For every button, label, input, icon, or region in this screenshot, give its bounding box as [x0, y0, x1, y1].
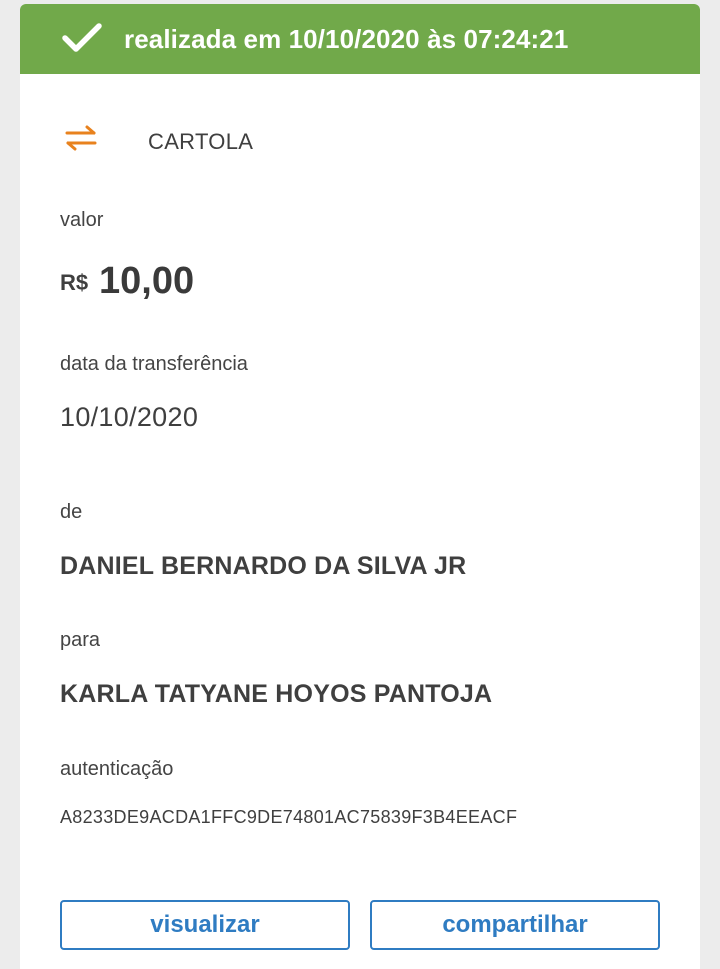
transfer-date-label: data da transferência — [60, 353, 248, 375]
view-button[interactable]: visualizar — [60, 900, 350, 950]
authentication-code: A8233DE9ACDA1FFC9DE74801AC75839F3B4EEACF — [60, 807, 518, 827]
transfer-arrows-icon — [65, 125, 97, 151]
check-icon — [62, 23, 102, 52]
success-banner: realizada em 10/10/2020 às 07:24:21 — [20, 4, 700, 74]
recipient-label: para — [60, 629, 101, 651]
amount-value: 10,00 — [99, 260, 195, 302]
sender-name: DANIEL BERNARDO DA SILVA JR — [60, 552, 467, 580]
amount-label: valor — [60, 209, 104, 231]
transaction-type: CARTOLA — [148, 129, 254, 154]
share-button[interactable]: compartilhar — [370, 900, 660, 950]
receipt-card: realizada em 10/10/2020 às 07:24:21 CART… — [20, 4, 700, 969]
sender-label: de — [60, 501, 83, 523]
authentication-label: autenticação — [60, 758, 174, 780]
recipient-name: KARLA TATYANE HOYOS PANTOJA — [60, 680, 493, 708]
currency-symbol: R$ — [60, 270, 89, 295]
transfer-date-value: 10/10/2020 — [60, 402, 199, 432]
completion-message: realizada em 10/10/2020 às 07:24:21 — [124, 24, 569, 54]
